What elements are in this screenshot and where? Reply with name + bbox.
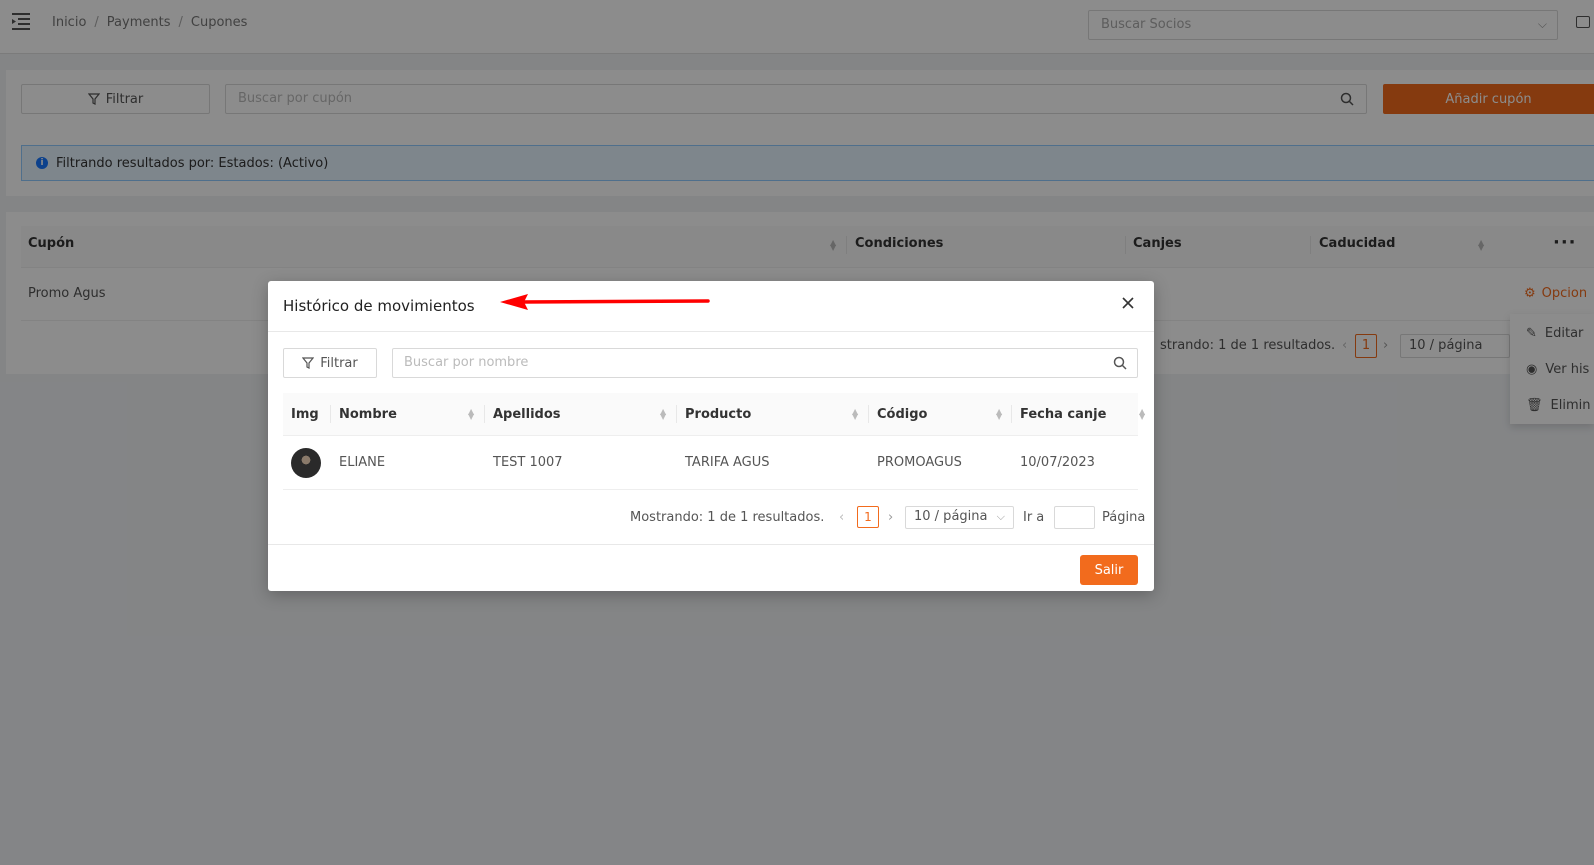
modal-divider — [268, 544, 1154, 545]
column-header-producto[interactable]: Producto — [685, 407, 751, 422]
page-size-value: 10 / página — [914, 509, 988, 524]
name-search-input[interactable]: Buscar por nombre — [392, 348, 1138, 378]
column-header-fecha-canje[interactable]: Fecha canje — [1020, 407, 1106, 422]
column-divider — [868, 405, 869, 423]
sort-icon[interactable]: ▲ ▼ — [660, 408, 666, 421]
cell-codigo: PROMOAGUS — [877, 455, 962, 470]
modal-title: Histórico de movimientos — [283, 297, 475, 315]
cell-apellidos: TEST 1007 — [493, 455, 563, 470]
sort-icon[interactable]: ▲ ▼ — [468, 408, 474, 421]
sort-icon[interactable]: ▲ ▼ — [852, 408, 858, 421]
exit-button[interactable]: Salir — [1080, 555, 1138, 585]
close-icon[interactable] — [1120, 295, 1136, 311]
name-search-placeholder: Buscar por nombre — [404, 355, 529, 370]
pagination-next-icon[interactable]: › — [888, 510, 893, 525]
goto-page-input[interactable] — [1054, 506, 1095, 529]
cell-nombre: ELIANE — [339, 455, 386, 470]
pagination-prev-icon[interactable]: ‹ — [839, 510, 844, 525]
column-divider — [330, 405, 331, 423]
history-modal: Histórico de movimientos Filtrar Buscar … — [268, 281, 1154, 591]
modal-divider — [268, 331, 1154, 332]
page-size-select[interactable]: 10 / página ⌵ — [905, 506, 1014, 529]
pagination-page-current[interactable]: 1 — [857, 506, 879, 528]
column-header-apellidos[interactable]: Apellidos — [493, 407, 561, 422]
pagination-summary: Mostrando: 1 de 1 resultados. — [630, 510, 825, 525]
sort-icon[interactable]: ▲ ▼ — [996, 408, 1002, 421]
column-divider — [1011, 405, 1012, 423]
cell-fecha-canje: 10/07/2023 — [1020, 455, 1095, 470]
page-label: Página — [1102, 510, 1146, 525]
column-header-codigo[interactable]: Código — [877, 407, 927, 422]
column-header-nombre[interactable]: Nombre — [339, 407, 397, 422]
cell-producto: TARIFA AGUS — [685, 455, 770, 470]
column-header-img: Img — [291, 407, 319, 422]
search-icon — [1113, 356, 1127, 370]
modal-filter-label: Filtrar — [320, 355, 358, 371]
goto-label: Ir a — [1023, 510, 1045, 525]
modal-filter-button[interactable]: Filtrar — [283, 348, 377, 378]
sort-icon[interactable]: ▲ ▼ — [1139, 408, 1145, 421]
chevron-down-icon: ⌵ — [996, 510, 1005, 523]
avatar — [291, 448, 321, 478]
annotation-arrow-icon — [500, 294, 710, 310]
filter-icon — [302, 357, 315, 369]
column-divider — [676, 405, 677, 423]
column-divider — [484, 405, 485, 423]
